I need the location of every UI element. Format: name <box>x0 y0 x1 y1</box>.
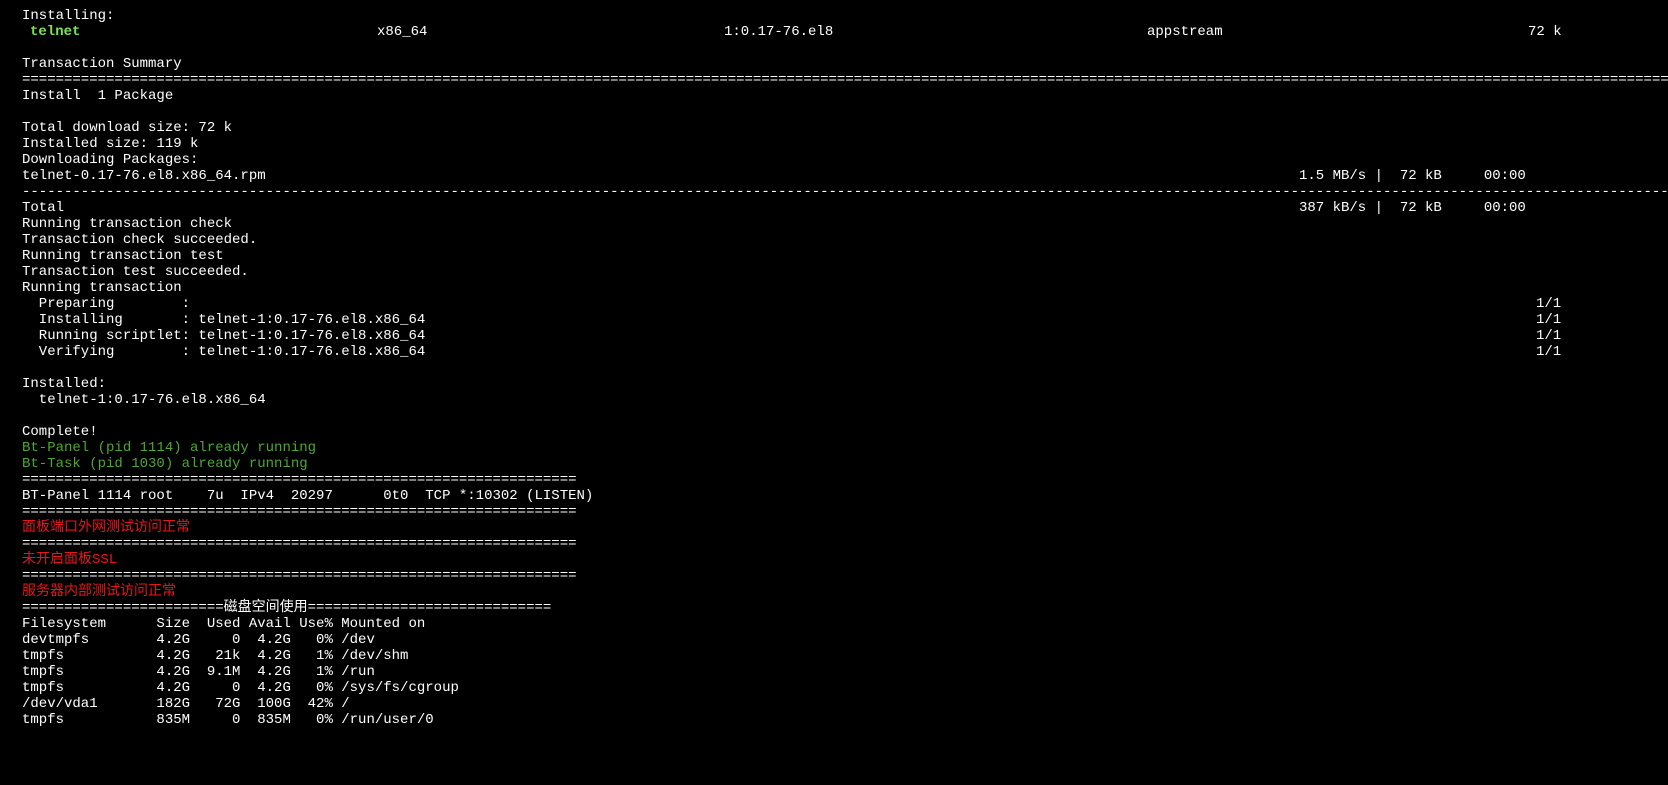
df-row: tmpfs 4.2G 21k 4.2G 1% /dev/shm <box>22 648 409 664</box>
total-row: Total 387 kB/s | 72 kB 00:00 <box>22 200 1668 216</box>
rpm-stats: 1.5 MB/s | 72 kB 00:00 <box>1299 168 1526 184</box>
total-stats: 387 kB/s | 72 kB 00:00 <box>1299 200 1526 216</box>
separator-short: ========================================… <box>22 568 577 584</box>
ssl-message: 未开启面板SSL <box>22 552 118 568</box>
install-count: Install 1 Package <box>22 88 174 104</box>
panel-port-message: 面板端口外网测试访问正常 <box>22 520 190 536</box>
df-row: tmpfs 835M 0 835M 0% /run/user/0 <box>22 712 434 728</box>
disk-separator-left: ======================== <box>22 600 224 616</box>
disk-usage-title-row: ========================磁盘空间使用==========… <box>22 600 1668 616</box>
package-row: telnet x86_64 1:0.17-76.el8 appstream 72… <box>22 24 1668 40</box>
total-download-size: Total download size: 72 k <box>22 120 233 136</box>
tx-line: Running transaction test <box>22 248 224 264</box>
bt-task-status: Bt-Task (pid 1030) already running <box>22 456 308 472</box>
listen-line: BT-Panel 1114 root 7u IPv4 20297 0t0 TCP… <box>22 488 594 504</box>
tx-line: Running transaction <box>22 280 182 296</box>
disk-separator-right: ============================= <box>307 600 552 616</box>
rpm-download-row: telnet-0.17-76.el8.x86_64.rpm 1.5 MB/s |… <box>22 168 1668 184</box>
separator-short: ========================================… <box>22 536 577 552</box>
terminal-window[interactable]: Installing: telnet x86_64 1:0.17-76.el8 … <box>0 0 1668 785</box>
install-header: Installing: <box>22 8 115 24</box>
installed-package: telnet-1:0.17-76.el8.x86_64 <box>22 392 266 408</box>
package-repo: appstream <box>1147 24 1223 40</box>
installed-size: Installed size: 119 k <box>22 136 199 152</box>
step-count: 1/1 <box>1536 296 1562 312</box>
separator-dashes: ----------------------------------------… <box>22 184 1668 200</box>
package-size: 72 k <box>1528 24 1562 40</box>
separator-short: ========================================… <box>22 472 577 488</box>
separator-equals: ========================================… <box>22 72 1668 88</box>
df-header: Filesystem Size Used Avail Use% Mounted … <box>22 616 426 632</box>
complete-message: Complete! <box>22 424 98 440</box>
package-name: telnet <box>30 24 81 40</box>
internal-access-message: 服务器内部测试访问正常 <box>22 584 176 600</box>
step-row: Verifying : telnet-1:0.17-76.el8.x86_64 … <box>22 344 1668 360</box>
tx-line: Transaction test succeeded. <box>22 264 249 280</box>
package-version: 1:0.17-76.el8 <box>724 24 834 40</box>
step-count: 1/1 <box>1536 328 1562 344</box>
package-arch: x86_64 <box>377 24 428 40</box>
step-row: Installing : telnet-1:0.17-76.el8.x86_64… <box>22 312 1668 328</box>
total-label: Total <box>22 200 65 216</box>
step-row: Running scriptlet: telnet-1:0.17-76.el8.… <box>22 328 1668 344</box>
step-row: Preparing : 1/1 <box>22 296 1668 312</box>
df-row: devtmpfs 4.2G 0 4.2G 0% /dev <box>22 632 375 648</box>
step-text: Preparing : <box>22 296 191 312</box>
step-count: 1/1 <box>1536 312 1562 328</box>
step-text: Verifying : telnet-1:0.17-76.el8.x86_64 <box>22 344 426 360</box>
downloading-packages: Downloading Packages: <box>22 152 199 168</box>
df-row: /dev/vda1 182G 72G 100G 42% / <box>22 696 350 712</box>
step-text: Running scriptlet: telnet-1:0.17-76.el8.… <box>22 328 426 344</box>
df-row: tmpfs 4.2G 9.1M 4.2G 1% /run <box>22 664 375 680</box>
step-count: 1/1 <box>1536 344 1562 360</box>
bt-panel-status: Bt-Panel (pid 1114) already running <box>22 440 317 456</box>
step-text: Installing : telnet-1:0.17-76.el8.x86_64 <box>22 312 426 328</box>
disk-usage-title: 磁盘空间使用 <box>223 600 308 616</box>
df-row: tmpfs 4.2G 0 4.2G 0% /sys/fs/cgroup <box>22 680 459 696</box>
installed-header: Installed: <box>22 376 107 392</box>
separator-short: ========================================… <box>22 504 577 520</box>
rpm-file: telnet-0.17-76.el8.x86_64.rpm <box>22 168 266 184</box>
summary-title: Transaction Summary <box>22 56 182 72</box>
tx-line: Running transaction check <box>22 216 233 232</box>
tx-line: Transaction check succeeded. <box>22 232 258 248</box>
